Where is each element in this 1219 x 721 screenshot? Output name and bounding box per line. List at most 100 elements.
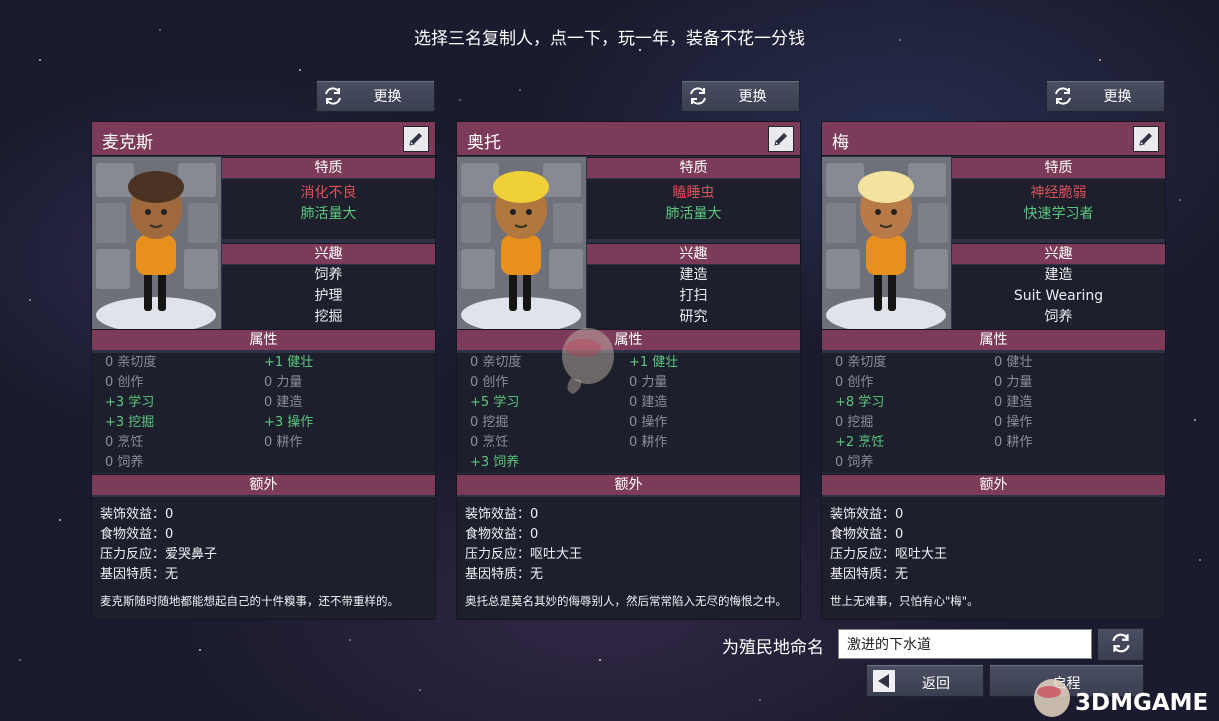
pencil-icon xyxy=(1139,133,1152,146)
card-header: 奥托 xyxy=(457,122,800,156)
extra-info: 装饰效益：0 食物效益：0 压力反应：爱哭鼻子 基因特质：无 麦克斯随时随地都能想起自己… xyxy=(92,497,435,619)
gene-trait: 基因特质：无 xyxy=(830,567,909,582)
reroll-button-3[interactable]: 更换 xyxy=(1046,80,1165,112)
duplicant-portrait xyxy=(822,157,951,329)
attribute-item: +3 饲养 xyxy=(470,455,520,470)
attribute-item: 0 操作 xyxy=(629,415,668,430)
duplicant-name: 梅 xyxy=(832,133,849,153)
trait-item: 瞌睡虫 xyxy=(672,185,715,201)
interests-header: 兴趣 xyxy=(587,243,800,264)
duplicant-card: 梅特质 神经脆弱 快速学习者 兴趣 建造 Suit Wearing 饲养 属性 0 亲切度 0 创… xyxy=(821,121,1166,620)
reroll-label: 更换 xyxy=(373,89,402,105)
colony-name-reroll-button[interactable] xyxy=(1097,628,1144,661)
extra-info: 装饰效益：0 食物效益：0 压力反应：呕吐大王 基因特质：无 奥托总是莫名其妙的侮辱别人… xyxy=(457,497,800,619)
attribute-item: +5 学习 xyxy=(470,395,520,410)
attribute-item: +3 操作 xyxy=(264,415,314,430)
food-bonus: 食物效益：0 xyxy=(830,527,904,542)
extra-header: 额外 xyxy=(92,474,435,495)
interest-item: 挖掘 xyxy=(314,309,343,325)
reroll-button-2[interactable]: 更换 xyxy=(681,80,800,112)
attribute-item: +3 挖掘 xyxy=(105,415,155,430)
edit-name-button[interactable] xyxy=(768,126,794,152)
attribute-item: 0 力量 xyxy=(264,375,303,390)
attributes-header: 属性 xyxy=(92,329,435,350)
attribute-item: 0 挖掘 xyxy=(835,415,874,430)
attribute-item: 0 耕作 xyxy=(994,435,1033,450)
reroll-button-1[interactable]: 更换 xyxy=(316,80,435,112)
attribute-item: 0 创作 xyxy=(470,375,509,390)
edit-name-button[interactable] xyxy=(403,126,429,152)
attribute-item: 0 亲切度 xyxy=(835,355,887,370)
duplicant-name: 麦克斯 xyxy=(102,133,153,153)
attribute-item: 0 挖掘 xyxy=(470,415,509,430)
reroll-label: 更换 xyxy=(738,89,767,105)
traits-list: 消化不良 肺活量大 xyxy=(222,179,435,239)
traits-header: 特质 xyxy=(952,157,1165,178)
attribute-item: +1 健壮 xyxy=(629,355,679,370)
attribute-item: 0 建造 xyxy=(264,395,303,410)
stress-reaction: 压力反应：呕吐大王 xyxy=(830,547,948,562)
attribute-item: 0 力量 xyxy=(994,375,1033,390)
attribute-item: 0 亲切度 xyxy=(105,355,157,370)
decor-bonus: 装饰效益：0 xyxy=(465,507,539,522)
stress-reaction: 压力反应：爱哭鼻子 xyxy=(100,547,218,562)
attributes-header: 属性 xyxy=(457,329,800,350)
interest-item: 建造 xyxy=(679,267,708,283)
trait-item: 肺活量大 xyxy=(300,206,357,222)
refresh-icon xyxy=(682,81,714,111)
duplicant-name: 奥托 xyxy=(467,133,501,153)
attributes-list: 0 亲切度 0 创作 +5 学习 0 挖掘 0 烹饪 +3 饲养 +1 健壮 0 力量 0 建造… xyxy=(457,353,800,473)
interests-list: 建造 Suit Wearing 饲养 xyxy=(952,265,1165,329)
interests-header: 兴趣 xyxy=(222,243,435,264)
interest-item: 护理 xyxy=(314,288,343,304)
attribute-item: 0 耕作 xyxy=(629,435,668,450)
duplicant-bio: 世上无难事，只怕有心"梅"。 xyxy=(830,594,979,608)
attribute-item: 0 饲养 xyxy=(105,455,144,470)
back-label: 返回 xyxy=(922,676,950,692)
extra-info: 装饰效益：0 食物效益：0 压力反应：呕吐大王 基因特质：无世上无难事，只怕有心"梅"… xyxy=(822,497,1165,619)
interests-list: 饲养 护理 挖掘 xyxy=(222,265,435,329)
card-header: 梅 xyxy=(822,122,1165,156)
attributes-list: 0 亲切度 0 创作 +3 学习 +3 挖掘 0 烹饪 0 饲养 +1 健壮 0 力量 0 建造… xyxy=(92,353,435,473)
extra-header: 额外 xyxy=(457,474,800,495)
duplicant-portrait xyxy=(457,157,586,329)
attribute-item: 0 建造 xyxy=(994,395,1033,410)
trait-item: 肺活量大 xyxy=(665,206,722,222)
refresh-icon xyxy=(1109,631,1133,659)
traits-list: 神经脆弱 快速学习者 xyxy=(952,179,1165,239)
trait-item: 快速学习者 xyxy=(1023,206,1094,222)
interest-item: 建造 xyxy=(1044,267,1073,283)
attribute-item: 0 操作 xyxy=(994,415,1033,430)
attribute-item: 0 创作 xyxy=(105,375,144,390)
interest-item: 打扫 xyxy=(679,288,708,304)
attributes-list: 0 亲切度 0 创作 +8 学习 0 挖掘 +2 烹饪 0 饲养 0 健壮 0 力量 0 建造 0… xyxy=(822,353,1165,473)
attributes-header: 属性 xyxy=(822,329,1165,350)
interest-item: 饲养 xyxy=(1044,309,1073,325)
attribute-item: 0 耕作 xyxy=(264,435,303,450)
attribute-item: +3 学习 xyxy=(105,395,155,410)
attribute-item: +2 烹饪 xyxy=(835,435,885,450)
interests-header: 兴趣 xyxy=(952,243,1165,264)
attribute-item: 0 建造 xyxy=(629,395,668,410)
stress-reaction: 压力反应：呕吐大王 xyxy=(465,547,583,562)
back-button[interactable]: 返回 xyxy=(866,664,984,697)
interest-item: Suit Wearing xyxy=(1013,288,1104,304)
refresh-icon xyxy=(317,81,349,111)
edit-name-button[interactable] xyxy=(1133,126,1159,152)
site-watermark: 3DMGAME xyxy=(1075,690,1209,716)
colony-name-label: 为殖民地命名 xyxy=(722,638,824,658)
duplicant-bio: 麦克斯随时随地都能想起自己的十件糗事，还不带重样的。 xyxy=(100,594,399,608)
reroll-label: 更换 xyxy=(1103,89,1132,105)
refresh-icon xyxy=(1047,81,1079,111)
traits-header: 特质 xyxy=(587,157,800,178)
trait-item: 神经脆弱 xyxy=(1030,185,1087,201)
decor-bonus: 装饰效益：0 xyxy=(830,507,904,522)
duplicant-portrait xyxy=(92,157,221,329)
decor-bonus: 装饰效益：0 xyxy=(100,507,174,522)
duplicant-bio: 奥托总是莫名其妙的侮辱别人，然后常常陷入无尽的悔恨之中。 xyxy=(465,594,787,608)
duplicant-card: 奥托 特质 瞌睡虫 肺活量大 兴趣 建造 打扫 研究 属性 0 亲切度 0 创作 +5 学习 0 挖掘 0… xyxy=(456,121,801,620)
attribute-item: 0 力量 xyxy=(629,375,668,390)
attribute-item: 0 烹饪 xyxy=(470,435,509,450)
food-bonus: 食物效益：0 xyxy=(465,527,539,542)
colony-name-input[interactable] xyxy=(838,629,1092,659)
